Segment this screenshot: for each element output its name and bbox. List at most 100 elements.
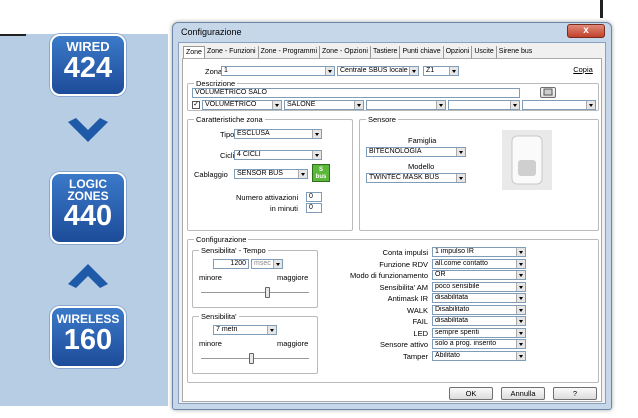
bus-badge-s: S [318, 167, 323, 173]
wired-badge: WIRED 424 [50, 34, 126, 96]
tab-punti-chiave[interactable]: Punti chiave [400, 46, 444, 58]
descrizione-checkbox[interactable]: ✓ [192, 101, 200, 109]
chevron-down-icon [516, 259, 525, 268]
z-value: Z1 [426, 67, 435, 74]
modello-select[interactable]: TWINTEC MASK BUS [366, 173, 466, 183]
bus-badge-bus: bus [315, 174, 327, 180]
tab-opzioni[interactable]: Opzioni [444, 46, 473, 58]
famiglia-select[interactable]: BITECNOLOGIA [366, 147, 466, 157]
option-label: Antimask IR [387, 294, 428, 303]
tab-strip: Zone Zone - Funzioni Zone - Programmi Zo… [183, 46, 534, 58]
ok-button[interactable]: OK [449, 387, 493, 400]
chevron-down-icon [516, 305, 525, 314]
sens-group: Sensibilita' 7 metri minore maggiore [192, 312, 318, 374]
option-select[interactable]: disabilitata [432, 293, 526, 303]
chevron-down-icon [298, 170, 307, 178]
tipo-select[interactable]: ESCLUSA [234, 129, 322, 139]
option-label: Sensibilita' AM [379, 282, 428, 292]
wireless-badge: WIRELESS 160 [50, 306, 126, 368]
edit-icon-button[interactable] [540, 87, 556, 98]
option-label: Funzione RDV [379, 259, 428, 269]
option-select[interactable]: poco sensibile [432, 281, 526, 292]
tempo-title: Sensibilita' - Tempo [199, 246, 268, 255]
option-select[interactable]: Disabilitato [432, 304, 526, 315]
tab-sirene-bus[interactable]: Sirene bus [497, 46, 534, 58]
config-window: Configurazione x Zone Zone - Funzioni Zo… [172, 22, 612, 410]
cicli-select[interactable]: 4 CICLI [234, 150, 322, 160]
cicli-value: 4 CICLI [237, 151, 261, 158]
divider-line-top [600, 0, 603, 18]
chevron-down-icon [516, 340, 525, 348]
sens-slider-thumb[interactable] [249, 353, 254, 364]
modello-label: Modello [408, 162, 435, 171]
cablaggio-value: SENSOR BUS [237, 170, 283, 177]
tipo-value: ESCLUSA [237, 130, 270, 137]
zona-label: Zona [205, 67, 223, 76]
tempo-unit-select[interactable]: msec [251, 259, 283, 269]
tab-zone-programmi[interactable]: Zone - Programmi [259, 46, 321, 58]
close-button[interactable]: x [567, 24, 605, 38]
desc-combo-1[interactable]: VOLUMETRICO [202, 100, 282, 110]
option-value: OR [435, 271, 446, 278]
chevron-down-icon [516, 271, 525, 279]
in-minuti-label: in minuti [270, 204, 298, 213]
option-value: Abilitato [435, 351, 460, 359]
in-minuti-input[interactable]: 0 [306, 203, 322, 213]
num-attivazioni-input[interactable]: 0 [306, 192, 322, 202]
tempo-slider-thumb[interactable] [265, 287, 270, 298]
tab-zone-opzioni[interactable]: Zone - Opzioni [320, 46, 371, 58]
desc-combo-3[interactable] [366, 100, 446, 110]
option-select[interactable]: sempre spenti [432, 327, 526, 338]
centrale-select[interactable]: Centrale SBUS locale [337, 66, 419, 76]
cablaggio-select[interactable]: SENSOR BUS [234, 169, 308, 179]
sens-minore: minore [199, 339, 222, 348]
chevron-down-icon [586, 101, 595, 109]
tempo-unit: msec [254, 260, 271, 267]
window-title: Configurazione [181, 27, 242, 37]
caratteristiche-group: Caratteristiche zona Tipo ESCLUSA Cicli … [187, 115, 353, 231]
sensore-group: Sensore Famiglia BITECNOLOGIA Modello TW… [359, 115, 599, 231]
tab-body: Zona 1 Centrale SBUS locale Z1 Copia Des… [182, 58, 602, 402]
chevron-down-icon [456, 148, 465, 156]
descrizione-input[interactable]: VOLUMETRICO SALO [192, 88, 520, 98]
annulla-button[interactable]: Annulla [501, 387, 545, 400]
chevron-down-icon [516, 248, 525, 256]
option-select[interactable]: all.come contatto [432, 258, 526, 269]
option-label: FAIL [412, 317, 428, 326]
zona-select[interactable]: 1 [221, 66, 335, 76]
tempo-value[interactable]: 1200 [213, 259, 249, 269]
help-button[interactable]: ? [553, 387, 597, 400]
tipo-label: Tipo [220, 130, 235, 139]
option-select[interactable]: disabilitata [432, 316, 526, 326]
tab-tastiere[interactable]: Tastiere [371, 46, 401, 58]
z-select[interactable]: Z1 [423, 66, 459, 76]
option-select[interactable]: OR [432, 270, 526, 280]
desc-combo-2[interactable]: SALONE [284, 100, 364, 110]
chevron-down-icon [516, 351, 525, 360]
wireless-number: 160 [63, 324, 113, 356]
tab-zone-funzioni[interactable]: Zone - Funzioni [205, 46, 259, 58]
option-select[interactable]: solo a prog. inserito [432, 339, 526, 349]
tempo-maggiore: maggiore [277, 273, 309, 282]
option-select[interactable]: 1 impulso IR [432, 247, 526, 257]
option-select[interactable]: Abilitato [432, 350, 526, 361]
tempo-slider-track [201, 292, 309, 294]
copia-button[interactable]: Copia [567, 64, 599, 77]
chevron-down-icon [516, 317, 525, 325]
descrizione-group: Descrizione VOLUMETRICO SALO ✓ VOLUMETRI… [187, 79, 599, 111]
chevron-down-icon [516, 294, 525, 302]
desc-combo-4[interactable] [448, 100, 520, 110]
tab-zone[interactable]: Zone [183, 46, 205, 58]
sens-select[interactable]: 7 metri [213, 325, 277, 335]
centrale-value: Centrale SBUS locale [340, 67, 408, 74]
chevron-up-icon [68, 264, 108, 288]
desc-combo-5[interactable] [522, 100, 596, 110]
wired-number: 424 [63, 52, 113, 84]
sensore-title: Sensore [366, 115, 398, 124]
tab-uscite[interactable]: Uscite [472, 46, 497, 58]
modello-value: TWINTEC MASK BUS [369, 174, 440, 181]
option-label: Conta impulsi [382, 248, 428, 257]
option-value: Disabilitato [435, 305, 470, 313]
option-value: sempre spenti [435, 328, 479, 336]
chevron-down-icon [272, 101, 281, 109]
